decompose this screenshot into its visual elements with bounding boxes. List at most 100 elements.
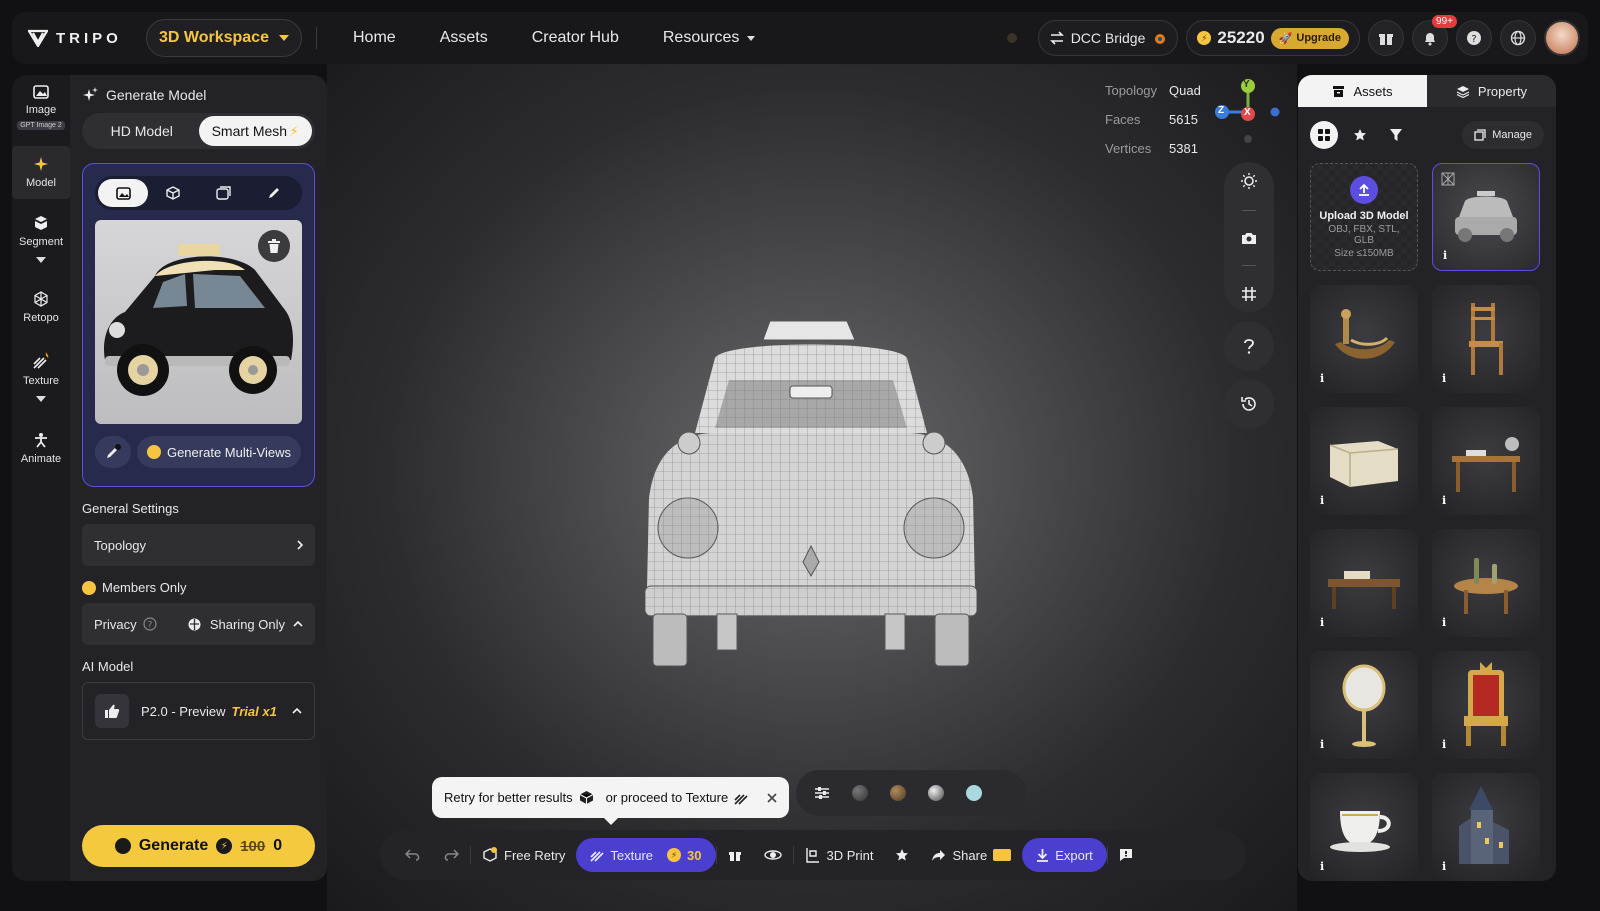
tab-3d-input[interactable]: [148, 179, 198, 207]
logo[interactable]: TRIPO: [28, 29, 132, 47]
material-clay-swatch[interactable]: [852, 785, 868, 801]
asset-card-teacup[interactable]: i: [1310, 773, 1418, 881]
info-icon[interactable]: i: [1442, 860, 1446, 873]
asset-card-chair[interactable]: i: [1432, 285, 1540, 393]
grid-icon[interactable]: [1241, 286, 1257, 302]
material-matcap-swatch[interactable]: [966, 785, 982, 801]
history-button[interactable]: [1224, 379, 1274, 429]
chevron-down-icon[interactable]: [36, 396, 46, 402]
info-icon[interactable]: i: [1443, 249, 1447, 262]
info-icon[interactable]: i: [1320, 860, 1324, 873]
asset-card-boat[interactable]: i: [1310, 285, 1418, 393]
tool-animate[interactable]: Animate: [12, 422, 70, 475]
info-icon[interactable]: i: [1442, 738, 1446, 751]
info-icon[interactable]: i: [1442, 372, 1446, 385]
light-icon[interactable]: [1240, 172, 1258, 190]
moon-icon[interactable]: [1004, 30, 1020, 46]
tab-property[interactable]: Property: [1427, 75, 1556, 107]
generate-button[interactable]: Generate ⚡ 100 0: [82, 825, 315, 867]
texture-button[interactable]: Texture ⚡ 30: [576, 838, 716, 872]
material-bronze-swatch[interactable]: [890, 785, 906, 801]
info-icon[interactable]: i: [1320, 616, 1324, 629]
avatar[interactable]: [1544, 20, 1580, 56]
nav-resources[interactable]: Resources: [663, 29, 756, 47]
filter-button[interactable]: [1382, 121, 1410, 149]
favorite-button[interactable]: [884, 838, 920, 872]
ai-model-select[interactable]: P2.0 - Preview Trial x1: [82, 682, 315, 740]
logo-text: TRIPO: [56, 29, 122, 47]
tool-texture-label: Texture: [22, 375, 60, 387]
tool-retopo[interactable]: Retopo: [12, 281, 70, 334]
asset-card-taxi[interactable]: i: [1432, 163, 1540, 271]
topology-setting[interactable]: Topology: [82, 524, 315, 566]
info-icon[interactable]: i: [1442, 494, 1446, 507]
tool-model-label: Model: [26, 177, 56, 189]
asset-card-mirror[interactable]: i: [1310, 651, 1418, 759]
gift-model-button[interactable]: [717, 838, 753, 872]
view-all-button[interactable]: [1310, 121, 1338, 149]
asset-card-haunted-house[interactable]: i: [1432, 773, 1540, 881]
help-circle-icon[interactable]: ?: [143, 617, 157, 631]
question-icon: [1244, 339, 1254, 354]
nav-creator-hub[interactable]: Creator Hub: [532, 29, 619, 47]
info-icon[interactable]: i: [1320, 738, 1324, 751]
tool-texture[interactable]: Texture: [12, 342, 70, 412]
share-button[interactable]: Share: [920, 838, 1022, 872]
privacy-value: Sharing Only: [209, 616, 285, 632]
rig-button[interactable]: [753, 838, 793, 872]
car-mesh-model[interactable]: [644, 318, 978, 675]
language-button[interactable]: [1500, 20, 1536, 56]
dcc-bridge-button[interactable]: DCC Bridge: [1037, 20, 1179, 56]
info-icon[interactable]: i: [1320, 372, 1324, 385]
workspace-dropdown[interactable]: 3D Workspace: [146, 19, 302, 57]
help-button[interactable]: ?: [1456, 20, 1492, 56]
info-icon[interactable]: i: [1320, 494, 1324, 507]
tab-assets[interactable]: Assets: [1298, 75, 1427, 107]
close-icon[interactable]: [767, 792, 777, 803]
tool-image[interactable]: Image GPT Image 2: [12, 75, 70, 140]
redo-icon: [444, 849, 459, 861]
viewport-help-button[interactable]: [1224, 321, 1274, 371]
tab-multi-image[interactable]: [199, 179, 249, 207]
favorites-filter-button[interactable]: [1346, 121, 1374, 149]
tool-segment[interactable]: Segment: [12, 205, 70, 273]
feedback-button[interactable]: [1108, 838, 1144, 872]
credits-pill[interactable]: ⚡ 25220 🚀 Upgrade: [1186, 20, 1360, 56]
tool-model[interactable]: Model: [12, 146, 70, 199]
delete-image-button[interactable]: [258, 230, 290, 262]
camera-icon[interactable]: [1241, 231, 1257, 245]
gift-button[interactable]: [1368, 20, 1404, 56]
asset-card-writing-desk[interactable]: i: [1310, 529, 1418, 637]
asset-card-throne[interactable]: i: [1432, 651, 1540, 759]
retry-cube-icon: [579, 791, 593, 804]
nav-assets[interactable]: Assets: [440, 29, 488, 47]
sliders-icon[interactable]: [814, 786, 830, 800]
notifications-button[interactable]: 99+: [1412, 15, 1457, 56]
coin-icon: ⚡: [1197, 31, 1212, 45]
undo-button[interactable]: [394, 838, 432, 872]
asset-card-round-table[interactable]: i: [1432, 529, 1540, 637]
mode-hd-model[interactable]: HD Model: [85, 116, 199, 146]
privacy-dropdown[interactable]: Sharing Only: [187, 617, 303, 632]
axis-gizmo[interactable]: Y Z X: [1210, 74, 1286, 155]
cube-icon: [166, 186, 181, 200]
tab-sketch[interactable]: [249, 179, 299, 207]
info-icon[interactable]: i: [1442, 616, 1446, 629]
upgrade-button[interactable]: 🚀 Upgrade: [1270, 27, 1349, 49]
redo-button[interactable]: [432, 838, 470, 872]
asset-card-desk-globe[interactable]: i: [1432, 407, 1540, 515]
export-button[interactable]: Export: [1022, 838, 1107, 872]
nav-home[interactable]: Home: [353, 29, 396, 47]
manage-button[interactable]: Manage: [1462, 121, 1544, 149]
asset-card-crate[interactable]: i: [1310, 407, 1418, 515]
edit-image-button[interactable]: [95, 436, 131, 468]
free-retry-button[interactable]: Free Retry: [471, 838, 576, 872]
upload-3d-model-card[interactable]: Upload 3D Model OBJ, FBX, STL, GLB Size …: [1310, 163, 1418, 271]
mode-smart-mesh[interactable]: Smart Mesh ⚡: [198, 116, 312, 146]
tab-single-image[interactable]: [98, 179, 149, 207]
workspace-label: 3D Workspace: [159, 29, 269, 46]
chevron-down-icon[interactable]: [36, 257, 46, 263]
material-chrome-swatch[interactable]: [928, 785, 944, 801]
generate-multiviews-button[interactable]: Generate Multi-Views: [137, 436, 301, 468]
3d-print-button[interactable]: 3D Print: [794, 838, 885, 872]
